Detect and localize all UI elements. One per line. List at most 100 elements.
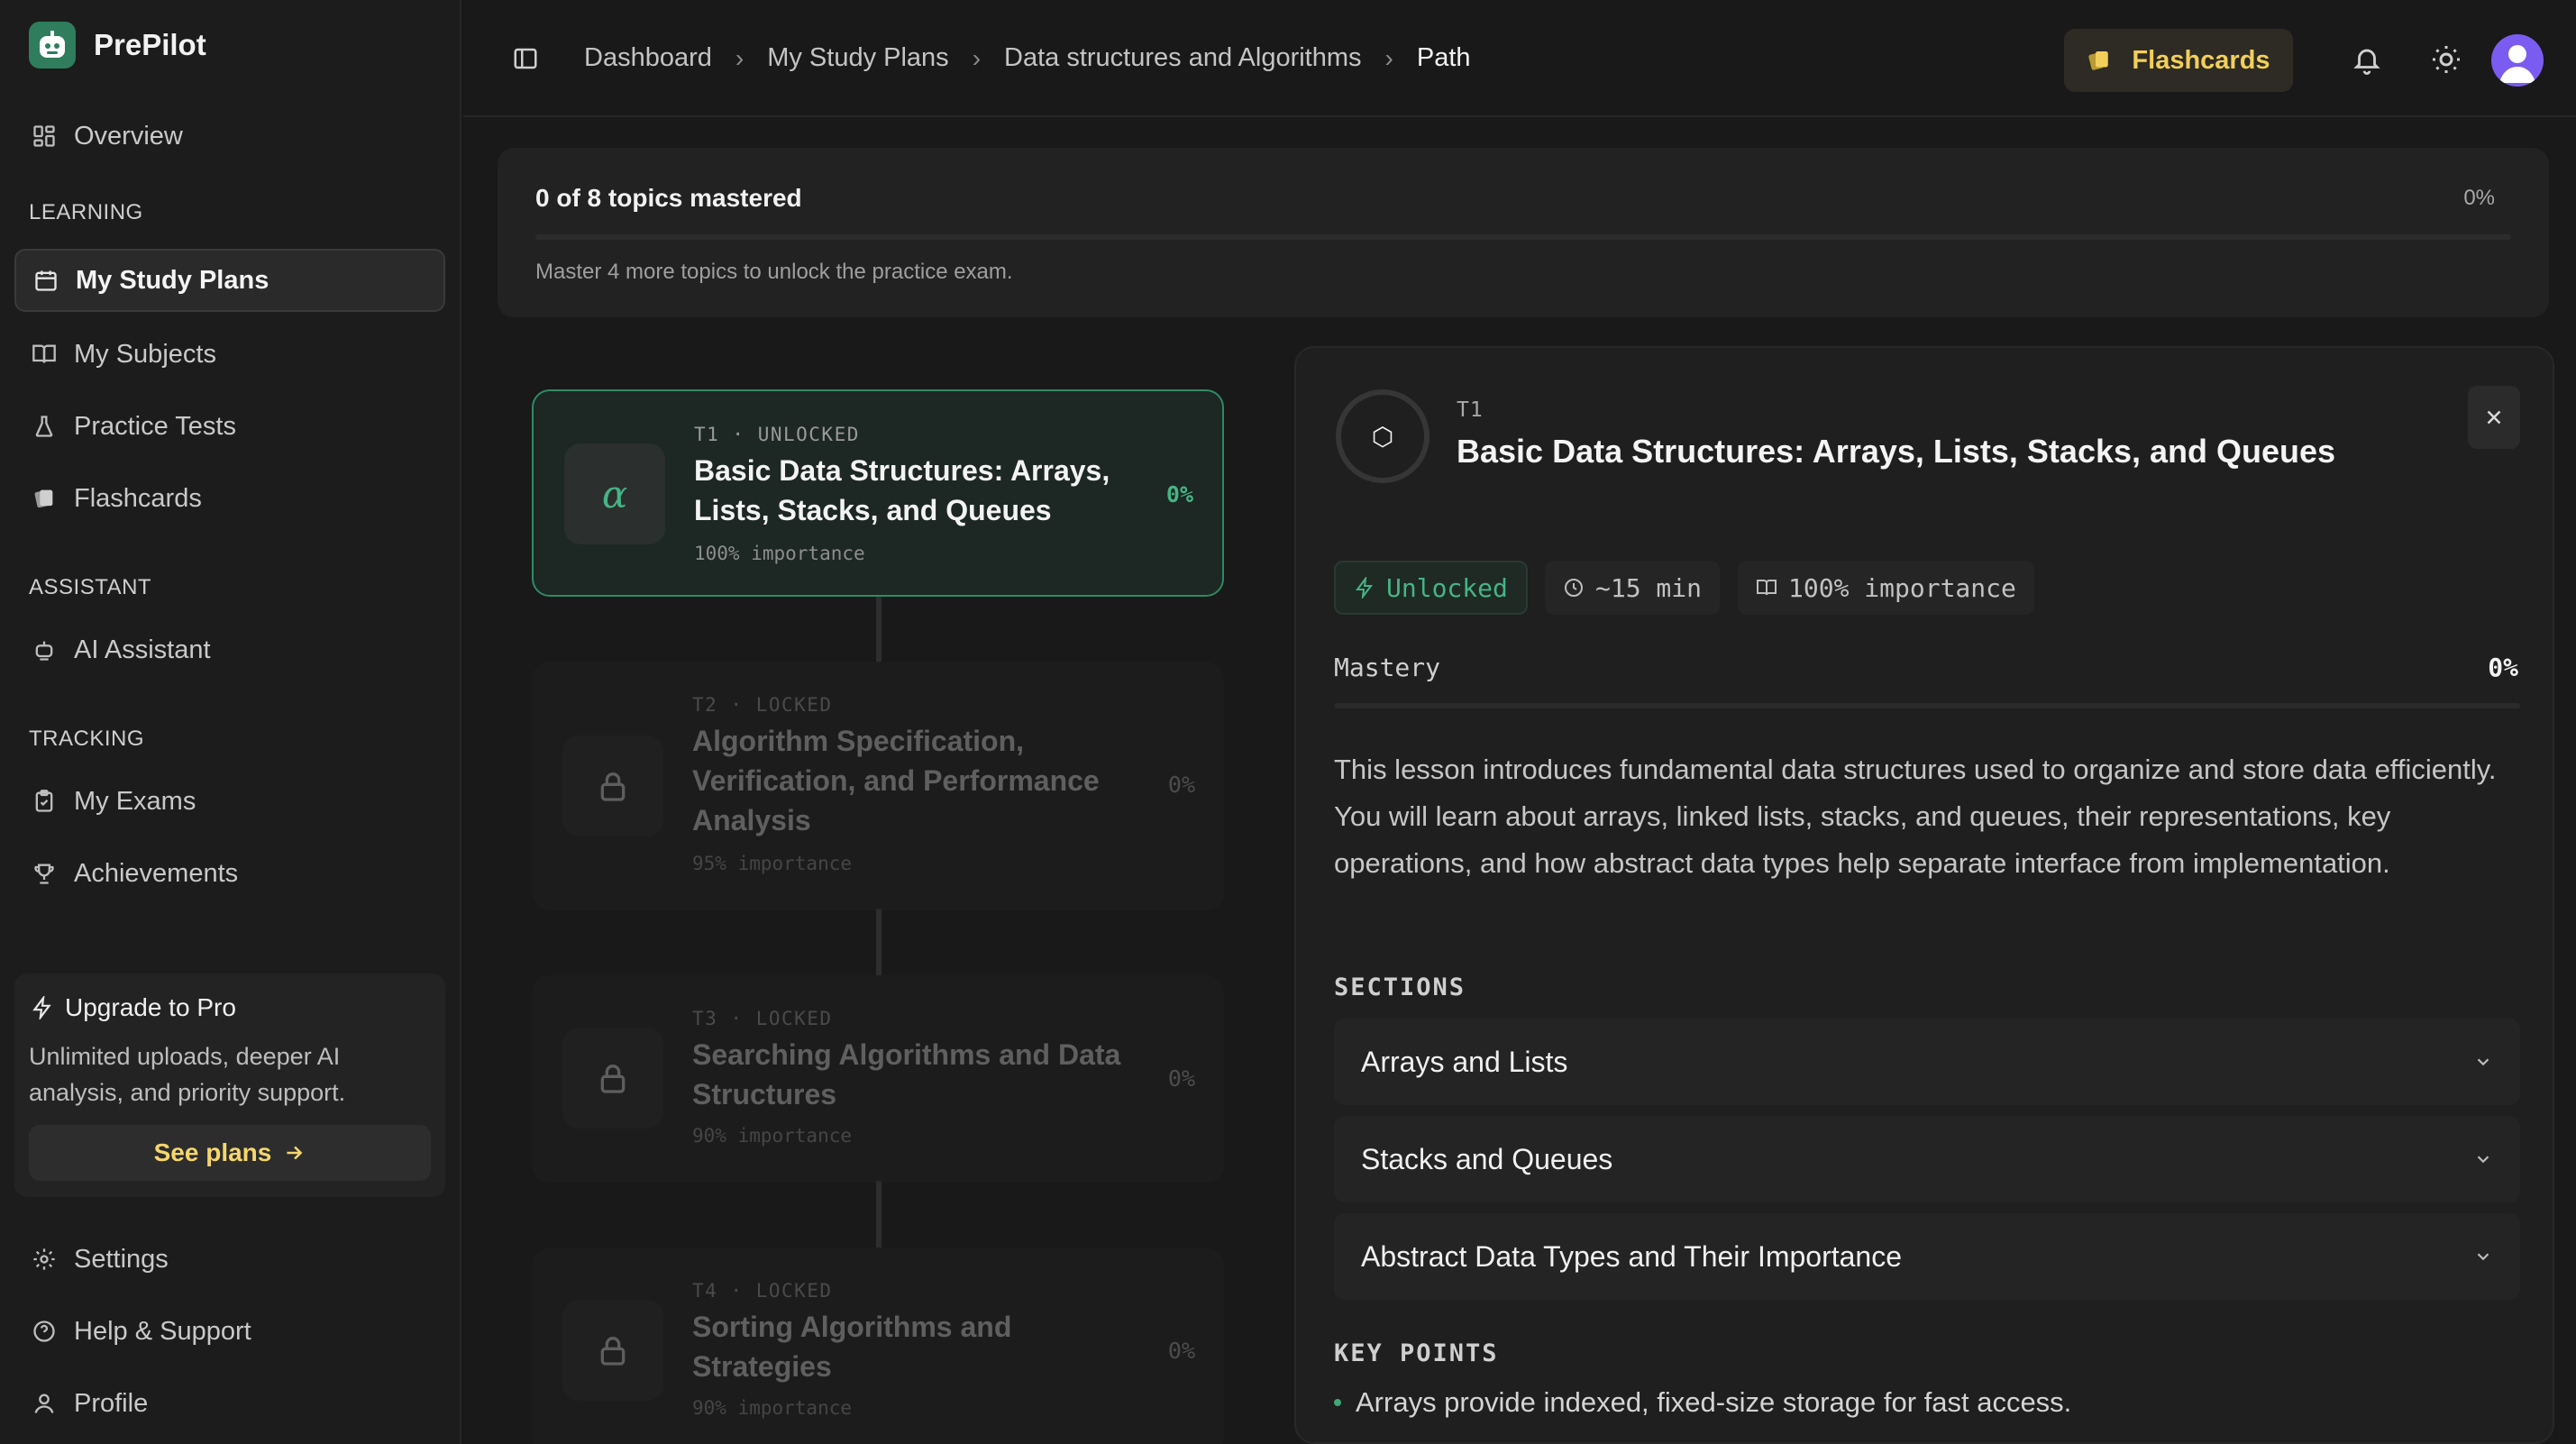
sidebar-item-study-plans[interactable]: My Study Plans bbox=[14, 249, 445, 312]
mastery-label: Mastery bbox=[1334, 653, 1441, 682]
mastery-progress-panel: 0 of 8 topics mastered 0% Master 4 more … bbox=[498, 148, 2549, 317]
path-connector bbox=[876, 1181, 882, 1248]
progress-title: 0 of 8 topics mastered bbox=[535, 184, 802, 212]
trophy-icon bbox=[31, 860, 58, 887]
sidebar-item-help[interactable]: Help & Support bbox=[14, 1300, 445, 1363]
sidebar-item-label: My Study Plans bbox=[76, 265, 269, 295]
sidebar-item-label: Flashcards bbox=[74, 483, 202, 513]
chevron-right-icon: › bbox=[1384, 43, 1393, 72]
chevron-down-icon bbox=[2473, 1247, 2493, 1266]
sidebar-item-exams[interactable]: My Exams bbox=[14, 770, 445, 833]
topic-title: Searching Algorithms and Data Structures bbox=[692, 1038, 1121, 1110]
topic-code: T1 bbox=[1457, 398, 1484, 422]
topic-meta: T2 · LOCKED bbox=[692, 694, 833, 716]
cards-icon bbox=[31, 485, 58, 512]
hexagon-icon: ⬡ bbox=[1371, 422, 1394, 451]
section-accordion-adt[interactable]: Abstract Data Types and Their Importance bbox=[1334, 1213, 2520, 1300]
topic-percent: 0% bbox=[1167, 772, 1195, 798]
topic-detail-panel: ⬡ T1 Basic Data Structures: Arrays, List… bbox=[1294, 346, 2554, 1444]
topic-meta: T1 · UNLOCKED bbox=[694, 424, 860, 445]
sidebar-item-practice-tests[interactable]: Practice Tests bbox=[14, 395, 445, 458]
path-connector bbox=[876, 595, 882, 662]
sidebar-item-label: Profile bbox=[74, 1388, 149, 1418]
chevron-right-icon: › bbox=[735, 43, 744, 72]
sidebar-item-label: Help & Support bbox=[74, 1316, 251, 1346]
flashcards-button-label: Flashcards bbox=[2132, 45, 2270, 75]
topic-title: Algorithm Specification, Verification, a… bbox=[692, 725, 1100, 836]
topic-meta: T3 · LOCKED bbox=[692, 1008, 833, 1029]
section-tracking: TRACKING bbox=[29, 727, 145, 751]
section-title: Stacks and Queues bbox=[1361, 1142, 1613, 1175]
progress-percent: 0% bbox=[2463, 186, 2495, 210]
lock-icon bbox=[562, 736, 663, 836]
close-button[interactable] bbox=[2468, 386, 2520, 449]
key-point-text: Arrays provide indexed, fixed-size stora… bbox=[1356, 1386, 2072, 1418]
detail-title: Basic Data Structures: Arrays, Lists, St… bbox=[1457, 433, 2336, 470]
chevron-right-icon: › bbox=[972, 43, 982, 72]
sidebar-item-flashcards[interactable]: Flashcards bbox=[14, 467, 445, 530]
arrow-right-icon bbox=[282, 1141, 306, 1165]
gear-icon bbox=[31, 1246, 58, 1273]
book-icon bbox=[1756, 577, 1777, 599]
time-label: ~15 min bbox=[1595, 572, 1703, 603]
breadcrumb-study-plans[interactable]: My Study Plans bbox=[767, 43, 948, 73]
topic-card-t1[interactable]: α T1 · UNLOCKED Basic Data Structures: A… bbox=[532, 389, 1224, 597]
section-title: Arrays and Lists bbox=[1361, 1045, 1568, 1078]
key-points-heading: KEY POINTS bbox=[1334, 1339, 1499, 1367]
progress-bar bbox=[535, 234, 2511, 240]
robot-logo-icon bbox=[29, 22, 76, 69]
close-icon bbox=[2482, 406, 2506, 429]
chevron-down-icon bbox=[2473, 1052, 2493, 1072]
sidebar-item-label: AI Assistant bbox=[74, 635, 211, 664]
section-assistant: ASSISTANT bbox=[29, 575, 152, 599]
sections-heading: SECTIONS bbox=[1334, 973, 1466, 1001]
sun-icon[interactable] bbox=[2428, 41, 2464, 78]
progress-desc: Master 4 more topics to unlock the pract… bbox=[535, 260, 1013, 284]
sidebar-item-subjects[interactable]: My Subjects bbox=[14, 323, 445, 386]
mastery-value: 0% bbox=[2488, 653, 2518, 682]
bell-icon[interactable] bbox=[2349, 41, 2385, 78]
help-circle-icon bbox=[31, 1318, 58, 1345]
topic-percent: 0% bbox=[1167, 1065, 1195, 1092]
status-label: Unlocked bbox=[1386, 572, 1508, 603]
topic-card-t4[interactable]: T4 · LOCKED Sorting Algorithms and Strat… bbox=[532, 1248, 1224, 1444]
topic-description: This lesson introduces fundamental data … bbox=[1334, 754, 2497, 879]
brand[interactable]: PrePilot bbox=[29, 22, 206, 69]
topic-title: Basic Data Structures: Arrays, Lists, St… bbox=[694, 454, 1110, 526]
user-icon bbox=[31, 1390, 58, 1417]
sidebar-item-label: My Exams bbox=[74, 786, 196, 816]
bot-icon bbox=[31, 636, 58, 663]
section-accordion-arrays-lists[interactable]: Arrays and Lists bbox=[1334, 1019, 2520, 1105]
sidebar-item-label: Overview bbox=[74, 121, 183, 151]
clock-icon bbox=[1563, 577, 1585, 599]
breadcrumb-current: Path bbox=[1416, 43, 1471, 72]
topic-importance: 95% importance bbox=[692, 853, 853, 874]
section-learning: LEARNING bbox=[29, 200, 143, 224]
breadcrumb-dashboard[interactable]: Dashboard bbox=[584, 43, 712, 73]
sidebar-item-settings[interactable]: Settings bbox=[14, 1228, 445, 1291]
sidebar: PrePilot Overview LEARNING My Study Plan… bbox=[0, 0, 461, 1444]
sidebar-item-profile[interactable]: Profile bbox=[14, 1372, 445, 1435]
clipboard-icon bbox=[31, 788, 58, 815]
upgrade-title-row: Upgrade to Pro bbox=[31, 993, 236, 1022]
avatar[interactable] bbox=[2491, 34, 2544, 87]
sidebar-item-overview[interactable]: Overview bbox=[14, 105, 445, 168]
sidebar-item-ai-assistant[interactable]: AI Assistant bbox=[14, 618, 445, 681]
breadcrumb-subject[interactable]: Data structures and Algorithms bbox=[1004, 43, 1362, 73]
sidebar-item-label: Settings bbox=[74, 1244, 169, 1274]
flask-icon bbox=[31, 413, 58, 440]
sidebar-item-achievements[interactable]: Achievements bbox=[14, 842, 445, 905]
section-title: Abstract Data Types and Their Importance bbox=[1361, 1239, 1903, 1273]
see-plans-button[interactable]: See plans bbox=[29, 1125, 431, 1181]
flashcards-button[interactable]: Flashcards bbox=[2064, 29, 2293, 92]
bullet-dot bbox=[1334, 1399, 1341, 1406]
lock-icon bbox=[562, 1028, 663, 1129]
book-icon bbox=[31, 341, 58, 368]
grid-icon bbox=[31, 123, 58, 150]
mastery-ring: ⬡ bbox=[1336, 389, 1430, 483]
sidebar-toggle-icon[interactable] bbox=[512, 45, 539, 72]
cards-icon bbox=[2087, 47, 2114, 74]
topic-card-t3[interactable]: T3 · LOCKED Searching Algorithms and Dat… bbox=[532, 975, 1224, 1183]
section-accordion-stacks-queues[interactable]: Stacks and Queues bbox=[1334, 1116, 2520, 1202]
topic-card-t2[interactable]: T2 · LOCKED Algorithm Specification, Ver… bbox=[532, 662, 1224, 910]
